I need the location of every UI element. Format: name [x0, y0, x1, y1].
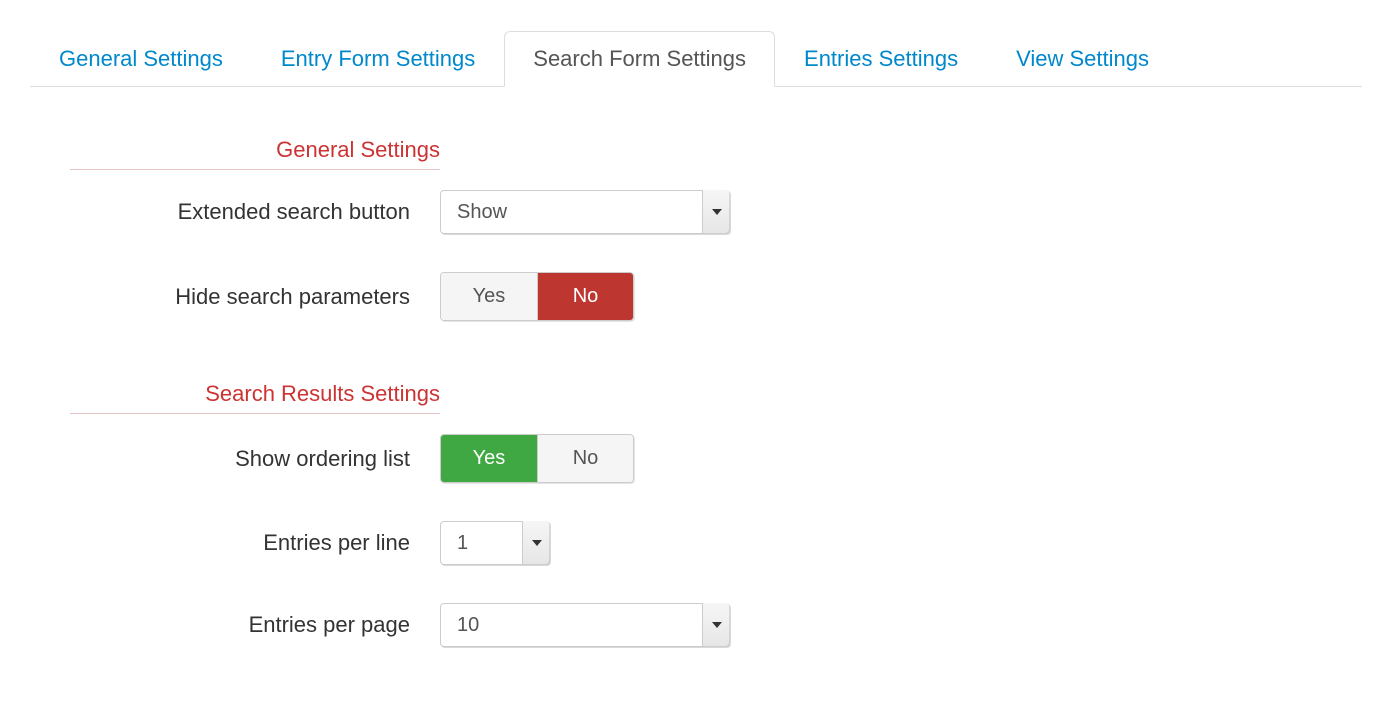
section-heading-general: General Settings — [70, 137, 440, 170]
label-entries-per-page: Entries per page — [70, 612, 440, 638]
tab-bar: General Settings Entry Form Settings Sea… — [30, 30, 1362, 87]
tab-view-settings[interactable]: View Settings — [987, 31, 1178, 87]
field-extended-search-button: Extended search button Show — [70, 190, 1362, 234]
settings-form: General Settings Extended search button … — [30, 87, 1362, 647]
toggle-show-ordering-list-no[interactable]: No — [537, 435, 633, 482]
toggle-hide-search-parameters-yes[interactable]: Yes — [441, 273, 537, 320]
toggle-show-ordering-list-yes[interactable]: Yes — [441, 435, 537, 482]
field-hide-search-parameters: Hide search parameters Yes No — [70, 272, 1362, 321]
label-entries-per-line: Entries per line — [70, 530, 440, 556]
field-entries-per-line: Entries per line 1 — [70, 521, 1362, 565]
section-general-settings: General Settings Extended search button … — [70, 137, 1362, 321]
tab-entries-settings[interactable]: Entries Settings — [775, 31, 987, 87]
toggle-hide-search-parameters: Yes No — [440, 272, 634, 321]
select-entries-per-line[interactable]: 1 — [440, 521, 550, 565]
field-entries-per-page: Entries per page 10 — [70, 603, 1362, 647]
label-extended-search-button: Extended search button — [70, 199, 440, 225]
section-heading-results: Search Results Settings — [70, 381, 440, 414]
section-search-results-settings: Search Results Settings Show ordering li… — [70, 381, 1362, 647]
select-entries-per-page[interactable]: 10 — [440, 603, 730, 647]
tab-search-form-settings[interactable]: Search Form Settings — [504, 31, 775, 87]
label-hide-search-parameters: Hide search parameters — [70, 284, 440, 310]
select-extended-search-button[interactable]: Show — [440, 190, 730, 234]
label-show-ordering-list: Show ordering list — [70, 446, 440, 472]
tab-general-settings[interactable]: General Settings — [30, 31, 252, 87]
tab-entry-form-settings[interactable]: Entry Form Settings — [252, 31, 504, 87]
toggle-show-ordering-list: Yes No — [440, 434, 634, 483]
field-show-ordering-list: Show ordering list Yes No — [70, 434, 1362, 483]
toggle-hide-search-parameters-no[interactable]: No — [537, 273, 633, 320]
